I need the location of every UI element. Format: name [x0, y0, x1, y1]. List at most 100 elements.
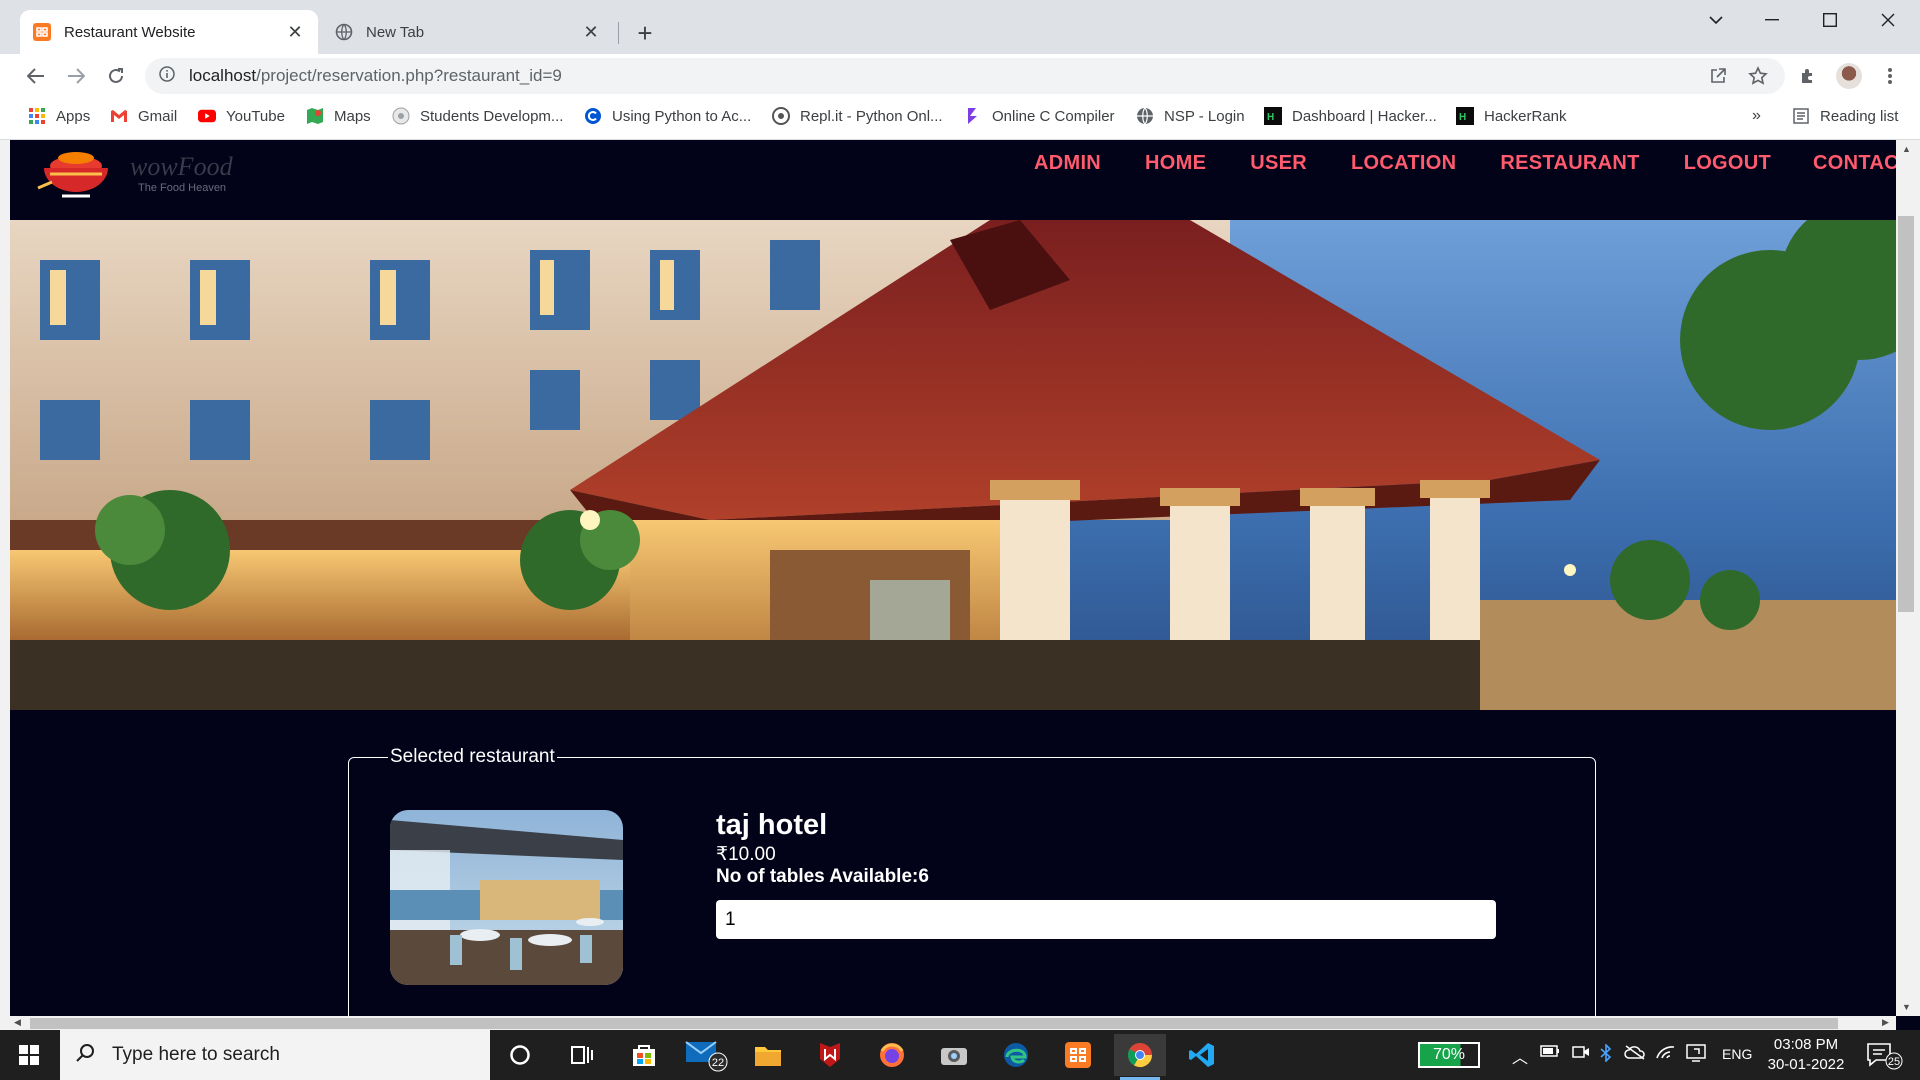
hackerrank-icon: H	[1456, 107, 1474, 125]
profile-avatar[interactable]	[1836, 63, 1862, 89]
bluetooth-icon[interactable]	[1600, 1043, 1612, 1065]
chrome-icon[interactable]	[1114, 1034, 1166, 1080]
bookmark-maps[interactable]: Maps	[306, 98, 371, 134]
xampp-icon	[32, 22, 52, 42]
microsoft-store-icon[interactable]	[618, 1034, 670, 1076]
battery-indicator[interactable]: 70%	[1418, 1042, 1480, 1068]
bookmark-nsp-login[interactable]: NSP - Login	[1136, 98, 1245, 134]
more-bookmarks-chevron[interactable]: »	[1752, 98, 1761, 134]
extensions-puzzle-icon[interactable]	[1792, 60, 1824, 92]
bookmark-using-python[interactable]: Using Python to Ac...	[584, 98, 751, 134]
bookmark-star-icon[interactable]	[1742, 60, 1774, 92]
reload-icon[interactable]	[100, 60, 132, 92]
search-icon	[76, 1043, 96, 1068]
cloud-sync-icon[interactable]	[1624, 1044, 1646, 1063]
show-hidden-icons-chevron[interactable]: ︿	[1512, 1044, 1528, 1068]
close-window-icon[interactable]	[1860, 0, 1916, 40]
gmail-icon	[110, 107, 128, 125]
nav-logout[interactable]: LOGOUT	[1684, 152, 1771, 175]
search-placeholder: Type here to search	[112, 1044, 280, 1065]
site-info-icon[interactable]	[159, 65, 175, 87]
mail-badge: 22	[712, 1057, 724, 1069]
back-arrow-icon[interactable]	[20, 60, 52, 92]
system-clock[interactable]: 03:08 PM 30-01-2022	[1764, 1035, 1848, 1075]
tab-restaurant-website[interactable]: Restaurant Website ✕	[20, 10, 318, 54]
forward-arrow-icon[interactable]	[60, 60, 92, 92]
page-left-edge	[0, 140, 10, 1016]
globe-icon	[334, 22, 354, 42]
clock-date: 30-01-2022	[1767, 1056, 1845, 1073]
browser-toolbar: localhost/project/reservation.php?restau…	[0, 54, 1920, 98]
windows-taskbar: Type here to search 22 70% ︿ ENG 03:08 P…	[0, 1030, 1920, 1080]
input-language[interactable]: ENG	[1722, 1046, 1752, 1062]
close-tab-icon[interactable]: ✕	[284, 21, 306, 43]
nav-home[interactable]: HOME	[1145, 152, 1206, 175]
nav-restaurant[interactable]: RESTAURANT	[1500, 152, 1639, 175]
scroll-right-arrow-icon[interactable]: ▶	[1882, 1017, 1889, 1028]
compiler-icon	[964, 107, 982, 125]
firefox-icon[interactable]	[866, 1034, 918, 1076]
bookmark-hackerrank[interactable]: H HackerRank	[1456, 98, 1567, 134]
tab-title: New Tab	[366, 23, 425, 41]
cortana-circle-icon[interactable]	[494, 1034, 546, 1076]
scroll-down-arrow-icon[interactable]: ▼	[1902, 1002, 1911, 1012]
scroll-up-arrow-icon[interactable]: ▲	[1902, 144, 1911, 154]
bookmark-apps[interactable]: Apps	[28, 98, 90, 134]
bookmark-dashboard-hackerrank[interactable]: H Dashboard | Hacker...	[1264, 98, 1437, 134]
reading-list-button[interactable]: Reading list	[1792, 98, 1898, 134]
vertical-scroll-thumb[interactable]	[1898, 216, 1914, 612]
scroll-left-arrow-icon[interactable]: ◀	[14, 1017, 21, 1028]
horizontal-scroll-thumb[interactable]	[30, 1018, 1838, 1029]
svg-text:H: H	[1459, 112, 1466, 123]
tables-available: No of tables Available:6	[716, 866, 929, 887]
apps-grid-icon	[28, 107, 46, 125]
tab-search-chevron-icon[interactable]	[1688, 0, 1744, 40]
wifi-icon[interactable]	[1656, 1044, 1676, 1063]
new-tab-plus-icon[interactable]: +	[630, 18, 660, 48]
bookmark-online-c-compiler[interactable]: Online C Compiler	[964, 98, 1115, 134]
tab-new-tab[interactable]: New Tab ✕	[322, 10, 614, 54]
taskbar-search-box[interactable]: Type here to search	[60, 1030, 490, 1080]
clock-time: 03:08 PM	[1773, 1036, 1839, 1053]
site-nav: ADMIN HOME USER LOCATION RESTAURANT LOGO…	[1034, 152, 1911, 175]
nav-admin[interactable]: ADMIN	[1034, 152, 1101, 175]
mail-icon[interactable]: 22	[680, 1034, 732, 1076]
bookmark-replit[interactable]: Repl.it - Python Onl...	[772, 98, 943, 134]
site-logo[interactable]: wowFood The Food Heaven	[32, 144, 272, 204]
edge-icon[interactable]	[990, 1034, 1042, 1076]
tab-separator	[618, 22, 619, 44]
restaurant-price: ₹10.00	[716, 844, 776, 865]
maximize-icon[interactable]	[1802, 0, 1858, 40]
menu-kebab-icon[interactable]	[1874, 60, 1906, 92]
display-icon[interactable]	[1686, 1044, 1706, 1065]
notification-center-icon[interactable]: 25	[1866, 1042, 1906, 1070]
mcafee-icon[interactable]	[804, 1034, 856, 1076]
replit-icon	[772, 107, 790, 125]
table-quantity-input[interactable]	[716, 900, 1496, 939]
fieldset-legend: Selected restaurant	[388, 746, 557, 768]
vscode-icon[interactable]	[1176, 1034, 1228, 1076]
task-view-icon[interactable]	[556, 1034, 608, 1076]
bookmark-gmail[interactable]: Gmail	[110, 98, 177, 134]
xampp-taskbar-icon[interactable]	[1052, 1034, 1104, 1076]
food-bowl-logo-icon	[37, 152, 108, 198]
battery-tray-icon[interactable]	[1540, 1044, 1560, 1061]
hero-banner-image	[10, 220, 1896, 710]
windows-start-icon[interactable]	[0, 1030, 58, 1080]
reading-list-icon	[1792, 107, 1810, 125]
browser-tab-strip: Restaurant Website ✕ New Tab ✕ +	[0, 0, 1920, 54]
meet-now-icon[interactable]	[1572, 1044, 1590, 1063]
minimize-icon[interactable]	[1744, 0, 1800, 40]
close-tab-icon[interactable]: ✕	[580, 21, 602, 43]
restaurant-photo	[390, 810, 623, 985]
bookmark-students-developm[interactable]: Students Developm...	[392, 98, 563, 134]
notification-count: 25	[1888, 1056, 1900, 1068]
address-bar[interactable]: localhost/project/reservation.php?restau…	[145, 58, 1785, 94]
logo-text: wowFood	[130, 152, 233, 181]
share-icon[interactable]	[1702, 60, 1734, 92]
nav-location[interactable]: LOCATION	[1351, 152, 1456, 175]
nav-user[interactable]: USER	[1250, 152, 1307, 175]
file-explorer-icon[interactable]	[742, 1034, 794, 1076]
camera-icon[interactable]	[928, 1034, 980, 1076]
bookmark-youtube[interactable]: YouTube	[198, 98, 285, 134]
